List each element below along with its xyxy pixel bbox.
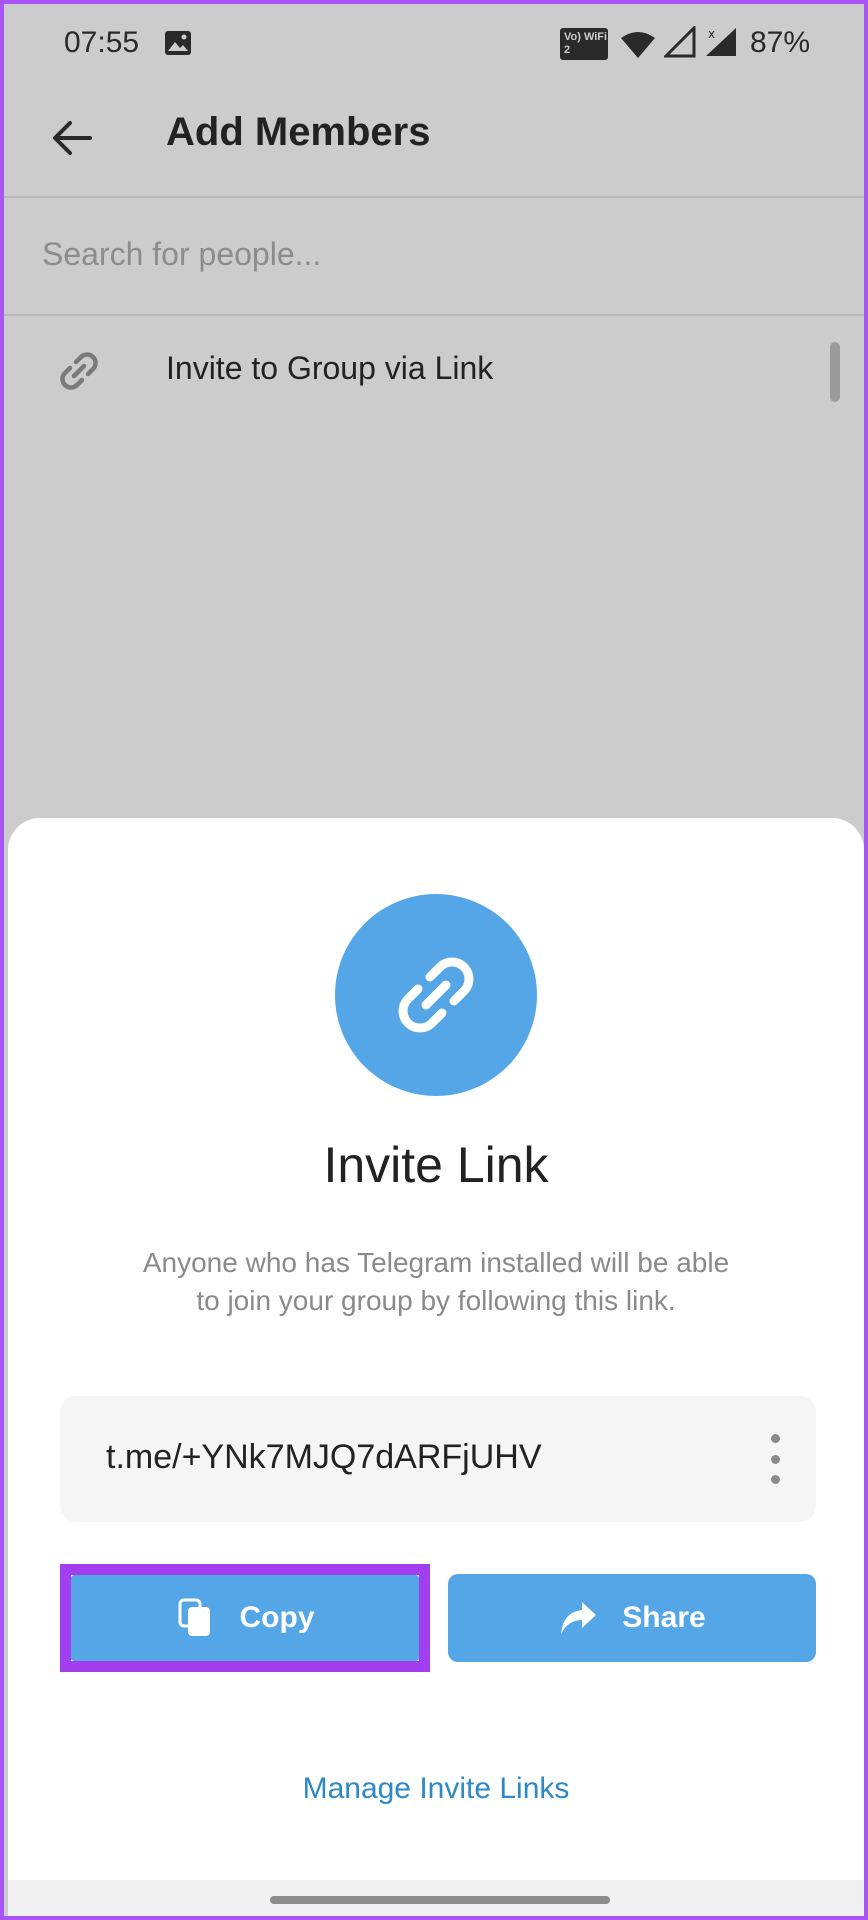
svg-text:x: x: [708, 27, 715, 41]
invite-link-sheet: Invite Link Anyone who has Telegram inst…: [8, 818, 864, 1916]
search-area: [4, 198, 864, 316]
invite-via-link-row[interactable]: Invite to Group via Link: [4, 316, 864, 424]
navigation-bar: [8, 1880, 864, 1916]
more-vertical-icon: [770, 1434, 780, 1443]
signal-icon: [664, 26, 696, 58]
scrollbar[interactable]: [830, 342, 840, 402]
signal-icon: x: [706, 27, 736, 56]
link-more-button[interactable]: [760, 1434, 790, 1484]
app-header: Add Members: [4, 84, 864, 198]
wifi-icon: [621, 32, 655, 58]
invite-link-box[interactable]: t.me/+YNk7MJQ7dARFjUHV: [60, 1396, 816, 1522]
link-badge: [335, 894, 537, 1096]
sheet-title: Invite Link: [323, 1137, 549, 1193]
manage-invite-links-link[interactable]: Manage Invite Links: [8, 1772, 864, 1806]
back-button[interactable]: [40, 106, 104, 170]
link-icon: [60, 352, 98, 390]
home-indicator[interactable]: [270, 1896, 610, 1904]
sheet-description: Anyone who has Telegram installed will b…: [142, 1247, 730, 1316]
more-vertical-icon: [770, 1475, 780, 1484]
search-input[interactable]: [40, 228, 824, 280]
page-title: Add Members: [166, 110, 431, 154]
invite-row-label: Invite to Group via Link: [166, 350, 494, 386]
share-button[interactable]: Share: [448, 1574, 816, 1662]
share-button-label: Share: [622, 1601, 706, 1634]
gallery-icon: [165, 31, 191, 55]
screen: 07:55 Vo) WiFi 2 x 87% Add Members Searc…: [0, 0, 868, 1920]
share-icon: [561, 1602, 597, 1634]
status-time: 07:55: [64, 26, 140, 59]
invite-link-text: t.me/+YNk7MJQ7dARFjUHV: [106, 1438, 542, 1476]
more-vertical-icon: [770, 1454, 780, 1464]
status-bar: 07:55 Vo) WiFi 2 x 87%: [4, 4, 864, 84]
volte-wifi-icon: Vo) WiFi 2: [560, 28, 608, 60]
copy-highlight-box: [60, 1564, 430, 1672]
link-icon: [398, 957, 474, 1033]
back-arrow-icon: [53, 121, 92, 155]
battery-level: 87%: [750, 26, 811, 59]
